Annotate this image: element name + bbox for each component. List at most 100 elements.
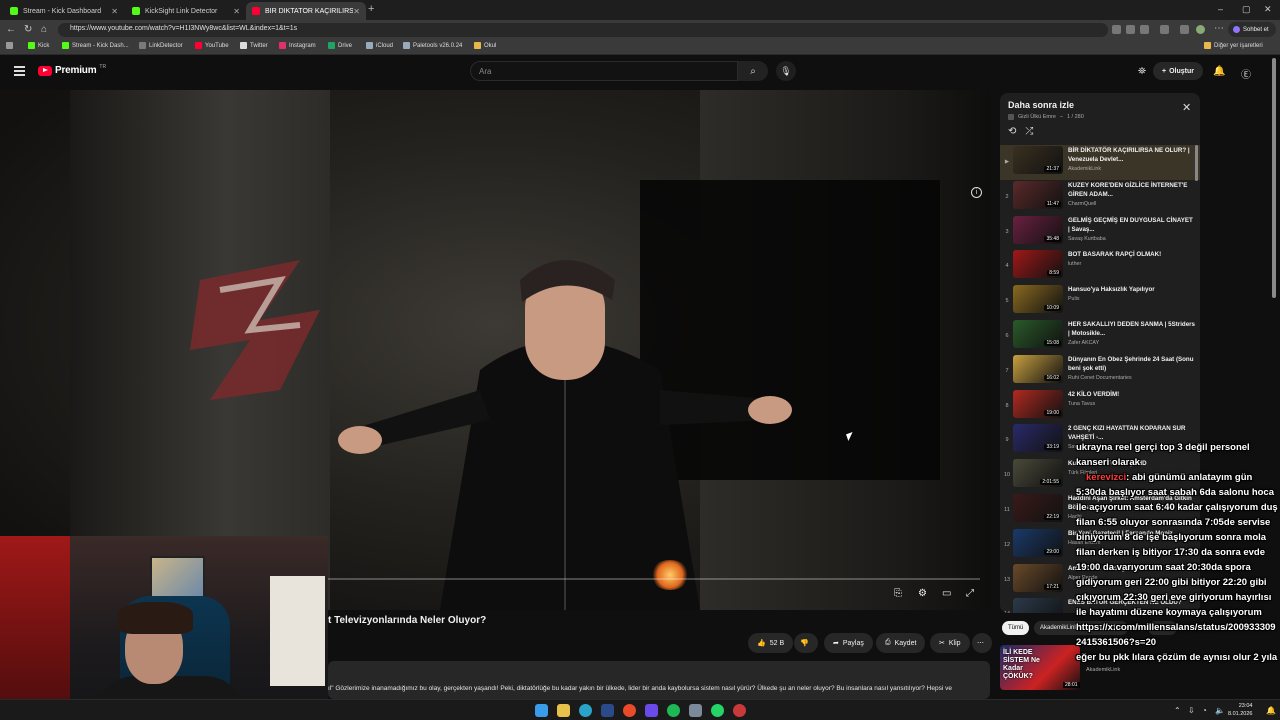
playlist-item[interactable]: 5 10:09 Hansuo'ya Haksızlık Yapılıyor Pulix (1000, 284, 1200, 319)
refresh-extension-icon[interactable] (1160, 25, 1169, 34)
subtitles-icon[interactable]: ⎘ (894, 588, 902, 599)
bookmark-instagram[interactable]: Instagram (279, 42, 316, 49)
obs-icon[interactable] (733, 704, 746, 717)
playlist-item[interactable]: 7 16:02 Dünyanın En Obez Şehrinde 24 Saat … (1000, 354, 1200, 389)
bookmark-drive[interactable]: Drive (328, 42, 352, 49)
menu-icon[interactable] (14, 66, 25, 78)
bookmark-okul[interactable]: Okul (474, 42, 496, 49)
playlist-item-title[interactable]: 42 KİLO VERDİM! (1068, 390, 1196, 399)
bookmark-paletools[interactable]: Paletools v26.0.24 (403, 42, 462, 49)
gemini-chat-button[interactable]: Sohbet et (1228, 22, 1276, 37)
youtube-premium-logo[interactable]: Premium TR (38, 64, 106, 76)
maximize-icon[interactable]: ▢ (1242, 4, 1251, 15)
settings-icon[interactable]: ⚙ (918, 588, 927, 599)
playlist-item-thumbnail[interactable]: 35:48 (1013, 215, 1063, 244)
account-avatar[interactable]: Ⓔ (1241, 66, 1251, 81)
menu-dots-icon[interactable]: ⋯ (1214, 23, 1224, 34)
chrome-icon[interactable] (623, 704, 636, 717)
notification-bell-icon[interactable]: 🔔 (1266, 706, 1276, 715)
profile-avatar[interactable] (1196, 25, 1205, 34)
tray-chevron-icon[interactable]: ⌃ (1174, 706, 1181, 715)
discord-icon[interactable] (645, 704, 658, 717)
home-icon[interactable]: ⌂ (41, 24, 47, 35)
bookmark-kick[interactable]: Kick (28, 42, 49, 49)
other-bookmarks[interactable]: Diğer yer işaretleri (1204, 42, 1263, 49)
volume-icon[interactable]: 🔈 (1215, 706, 1225, 715)
close-icon[interactable]: ✕ (111, 7, 118, 16)
playlist-title[interactable]: Daha sonra izle (1008, 100, 1074, 110)
edge-icon[interactable] (579, 704, 592, 717)
playlist-item-thumbnail[interactable]: 10:09 (1013, 285, 1063, 314)
spotify-icon[interactable] (667, 704, 680, 717)
playlist-item-title[interactable]: Hansuo'ya Haksızlık Yapılıyor (1068, 285, 1196, 294)
share-button[interactable]: ➦ Paylaş (824, 633, 873, 653)
playlist-item[interactable]: 6 15:08 HER SAKALLIYI DEDEN SANMA | 5Strid… (1000, 319, 1200, 354)
playlist-item-thumbnail[interactable]: 8:59 (1013, 250, 1063, 279)
bookmark-youtube[interactable]: YouTube (195, 42, 229, 49)
save-button[interactable]: ⎙ Kaydet (876, 633, 926, 653)
playlist-item-thumbnail[interactable]: 11:47 (1013, 180, 1063, 209)
more-actions-button[interactable]: ⋯ (972, 633, 992, 653)
whatsapp-icon[interactable] (711, 704, 724, 717)
dislike-button[interactable]: 👎 (794, 633, 818, 653)
info-icon[interactable]: i (971, 187, 982, 198)
playlist-item-title[interactable]: HER SAKALLIYI DEDEN SANMA | 5Striders | … (1068, 320, 1196, 338)
playlist-item[interactable]: ▶ 21:37 BİR DİKTATÖR KAÇIRILIRSA NE OLUR? … (1000, 145, 1200, 180)
page-scrollbar[interactable] (1272, 58, 1276, 298)
new-tab-icon[interactable]: + (368, 3, 374, 15)
close-icon[interactable]: ✕ (1182, 101, 1191, 114)
playlist-item[interactable]: 3 35:48 GELMİŞ GEÇMİŞ EN DUYGUSAL CİNAYET … (1000, 215, 1200, 250)
playlist-item[interactable]: 4 8:59 BOT BASARAK RAPÇİ OLMAK! luther (1000, 249, 1200, 284)
playlist-item-title[interactable]: Dünyanın En Obez Şehrinde 24 Saat (Sonu … (1068, 355, 1196, 373)
playlist-item-title[interactable]: BOT BASARAK RAPÇİ OLMAK! (1068, 250, 1196, 259)
taskbar-clock[interactable]: 23:04 8.01.2026 (1228, 702, 1252, 718)
playlist-item-thumbnail[interactable]: 29:00 (1013, 528, 1063, 557)
search-input[interactable]: Ara (470, 61, 738, 81)
playlist-item-thumbnail[interactable] (1013, 598, 1063, 613)
playlist-item[interactable]: 8 19:00 42 KİLO VERDİM! Tuna Tavus (1000, 389, 1200, 424)
app-icon[interactable] (689, 704, 702, 717)
miniplayer-icon[interactable]: ▭ (942, 588, 951, 599)
like-button[interactable]: 👍 52 B (748, 633, 794, 653)
clip-button[interactable]: ✂ Klip (930, 633, 970, 653)
playlist-scrollbar[interactable] (1195, 145, 1198, 181)
playlist-item-thumbnail[interactable]: 33:19 (1013, 424, 1063, 453)
extension-icon[interactable] (1180, 25, 1189, 34)
description-box[interactable]: ıl" Gözlerimize inanamadığımız bu olay, … (328, 661, 990, 699)
back-icon[interactable]: ← (6, 24, 16, 35)
bookmark-linkdetector[interactable]: LinkDetector (139, 42, 183, 49)
tab-kicksight[interactable]: KickSight Link Detector ✕ (126, 2, 246, 20)
notifications-icon[interactable]: 🔔 (1213, 66, 1225, 77)
bookmark-twitter[interactable]: Twitter (240, 42, 268, 49)
wifi-icon[interactable]: ◔ (1202, 706, 1207, 715)
file-explorer-icon[interactable] (557, 704, 570, 717)
video-player[interactable]: i (0, 90, 990, 610)
minimize-icon[interactable]: – (1218, 4, 1223, 14)
address-bar[interactable]: https://www.youtube.com/watch?v=H1I3NWy8… (58, 23, 1108, 37)
playlist-item-thumbnail[interactable]: 16:02 (1013, 354, 1063, 383)
playlist-item-thumbnail[interactable]: 21:37 (1013, 146, 1063, 174)
star-icon[interactable] (1140, 25, 1149, 34)
apps-icon[interactable] (6, 42, 13, 49)
close-icon[interactable]: ✕ (353, 7, 360, 16)
playlist-item[interactable]: 2 11:47 KUZEY KORE'DEN GİZLİCE İNTERNET'E … (1000, 180, 1200, 215)
extension-icon[interactable] (1112, 25, 1121, 34)
voice-search-button[interactable]: 🎙 (776, 61, 796, 81)
bookmark-stream-kick[interactable]: Stream - Kick Dash... (62, 42, 129, 49)
chip-all[interactable]: Tümü (1002, 621, 1030, 635)
cast-icon[interactable]: ⛯ (1138, 66, 1146, 77)
playlist-item-title[interactable]: KUZEY KORE'DEN GİZLİCE İNTERNET'E GİREN … (1068, 181, 1196, 199)
steam-icon[interactable] (601, 704, 614, 717)
tab-kick-dashboard[interactable]: Stream - Kick Dashboard ✕ (4, 2, 124, 20)
network-icon[interactable]: ⇩ (1188, 706, 1195, 715)
bookmark-icloud[interactable]: iCloud (366, 42, 393, 49)
playlist-item-thumbnail[interactable]: 19:00 (1013, 389, 1063, 418)
shuffle-icon[interactable]: ⤮ (1025, 126, 1033, 137)
install-icon[interactable] (1126, 25, 1135, 34)
search-button[interactable]: ⌕ (738, 61, 768, 81)
playlist-item-thumbnail[interactable]: 17:21 (1013, 563, 1063, 592)
playlist-item-thumbnail[interactable]: 15:08 (1013, 319, 1063, 348)
window-close-icon[interactable]: ✕ (1264, 4, 1272, 15)
playlist-item-title[interactable]: GELMİŞ GEÇMİŞ EN DUYGUSAL CİNAYET | Sava… (1068, 216, 1196, 234)
playlist-item-thumbnail[interactable]: 2:01:55 (1013, 459, 1063, 488)
